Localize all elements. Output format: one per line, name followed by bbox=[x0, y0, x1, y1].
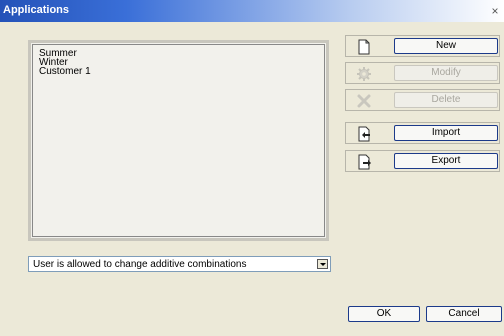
modify-row: Modify bbox=[345, 62, 500, 84]
new-button[interactable]: New bbox=[394, 38, 498, 54]
import-icon bbox=[356, 126, 372, 142]
ok-button[interactable]: OK bbox=[348, 306, 420, 322]
gear-icon bbox=[356, 66, 372, 82]
modify-button[interactable]: Modify bbox=[394, 65, 498, 81]
export-icon bbox=[356, 154, 372, 170]
new-document-icon bbox=[356, 39, 372, 55]
import-button[interactable]: Import bbox=[394, 125, 498, 141]
applications-list[interactable]: Summer Winter Customer 1 bbox=[32, 44, 325, 237]
list-item[interactable]: Customer 1 bbox=[39, 67, 91, 77]
title-bar: Applications × bbox=[0, 0, 504, 22]
permission-select-value: User is allowed to change additive combi… bbox=[33, 259, 247, 270]
export-row: Export bbox=[345, 150, 500, 172]
delete-row: Delete bbox=[345, 89, 500, 111]
import-row: Import bbox=[345, 122, 500, 144]
new-row: New bbox=[345, 35, 500, 57]
applications-list-frame: Summer Winter Customer 1 bbox=[28, 40, 329, 241]
delete-x-icon bbox=[356, 93, 372, 109]
permission-select[interactable]: User is allowed to change additive combi… bbox=[28, 256, 331, 272]
delete-button[interactable]: Delete bbox=[394, 92, 498, 108]
window-title: Applications bbox=[3, 4, 70, 16]
cancel-button[interactable]: Cancel bbox=[426, 306, 502, 322]
chevron-down-icon[interactable] bbox=[317, 259, 328, 269]
export-button[interactable]: Export bbox=[394, 153, 498, 169]
close-icon[interactable]: × bbox=[489, 5, 501, 17]
